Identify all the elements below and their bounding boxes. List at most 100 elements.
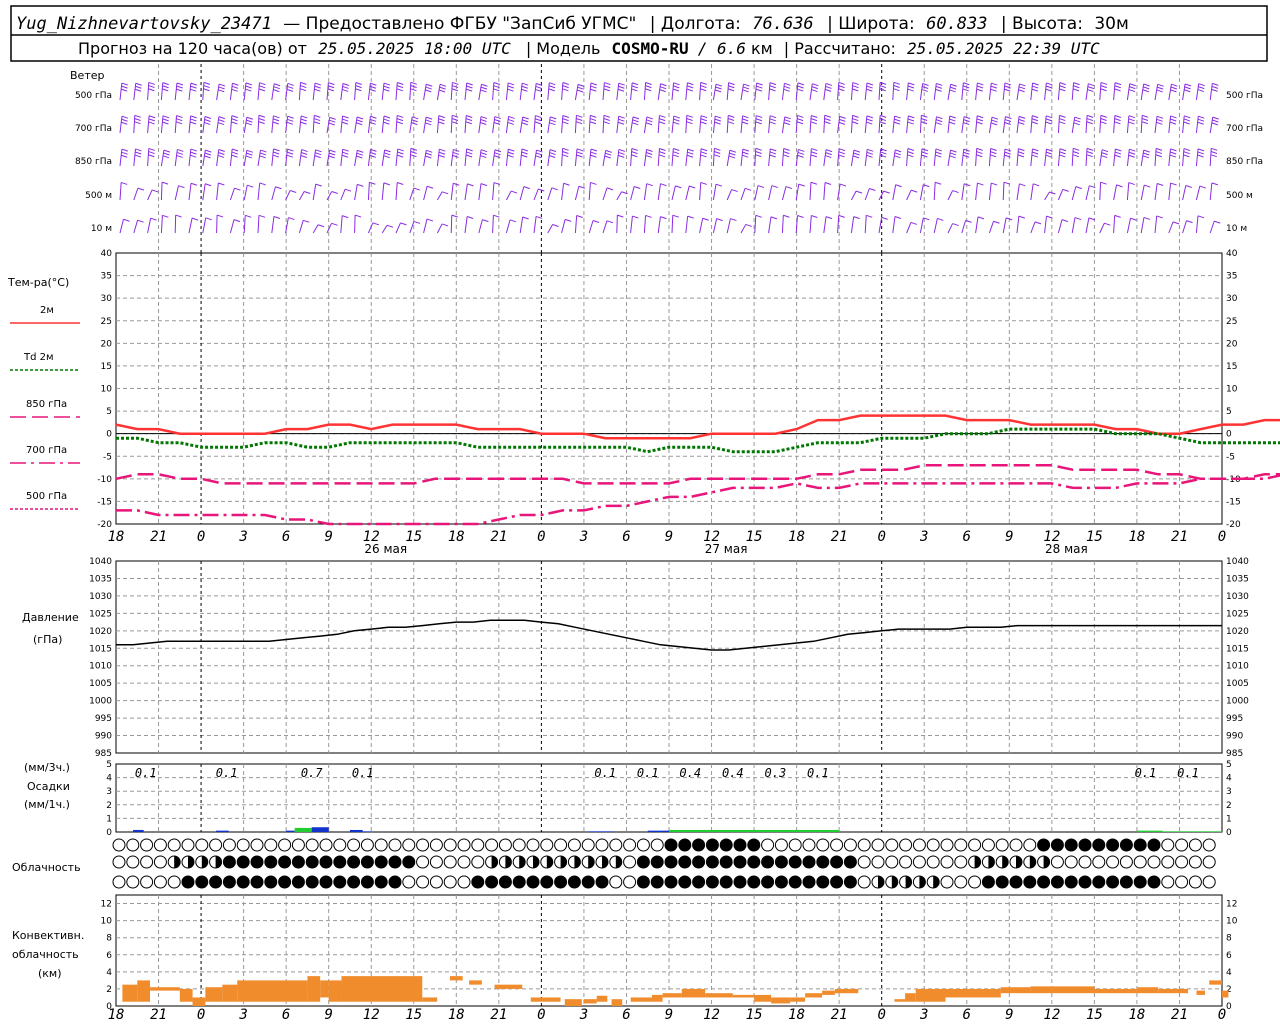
wind-barb-flag [1018,118,1025,122]
wind-barb-flag [451,85,459,89]
wind-barb-shaft [1099,115,1102,134]
wind-barb-flag [465,118,473,122]
wind-barb-flag [715,86,722,90]
wind-barb-shaft [892,149,896,167]
wind-barb-flag [784,119,791,123]
wind-barb-shaft [561,148,564,167]
wind-barb-flag [354,214,362,218]
wind-barb-shaft [1140,115,1143,134]
y-tick-label-left: 1010 [89,662,112,672]
wind-barb-flag [893,121,901,125]
y-tick-label-left: 0 [106,430,112,440]
cloud-cell [153,855,167,869]
x-tick-label: 21 [150,529,167,545]
wind-barb-flag [397,82,404,85]
x-tick-label: 3 [579,529,588,545]
wind-barb-flag [400,222,407,226]
wind-barb-shaft [933,148,937,167]
wind-barb-flag [273,83,281,87]
cloud-cell [1050,838,1064,852]
wind-barb-flag [1073,85,1080,89]
wind-barb-flag [507,154,514,158]
wind-barb-shaft [781,215,784,234]
wind-barb-flag [383,182,390,186]
x-tick-label: 18 [1128,529,1145,545]
wind-level-label-right: 850 гПа [1226,157,1263,167]
cloud-cell [830,838,844,852]
wind-barb-shaft [781,83,785,101]
wind-barb-flag [369,154,376,158]
cloud-cell-half [533,856,539,868]
cloud-cell [609,875,623,889]
wind-barb-flag [894,152,901,156]
wind-barb-flag [825,152,832,156]
wind-barb-flag [687,151,694,155]
wind-barb-flag [576,151,583,155]
y-tick-label-right: 4 [1226,968,1232,978]
wind-barb-flag [659,89,666,93]
wind-barb-shaft [975,148,978,167]
cloud-cell [609,838,623,852]
conv-bar [192,997,206,1006]
cloud-cell [222,838,236,852]
wind-barb-flag [575,121,583,125]
cloud-cell [1050,875,1064,889]
wind-barb-flag [562,118,569,122]
pressure-title: Давление [22,611,79,624]
wind-barb-flag [755,154,762,158]
cloud-cell [1161,838,1175,852]
wind-barb-flag [935,154,942,158]
wind-barb-flag [631,85,639,89]
x-tick-label: 6 [282,529,290,545]
cloud-cell [347,855,361,869]
wind-barb-flag [135,148,142,152]
wind-barb-flag [482,219,489,223]
wind-barb-shaft [1168,115,1172,134]
wind-barb-flag [148,154,155,158]
wind-barb-flag [838,88,845,92]
wind-barb-flag [508,115,515,119]
wind-barb-shaft [519,186,525,201]
wind-barb-flag [452,154,459,158]
wind-barb-flag [673,148,680,152]
wind-barb-flag [1129,83,1136,87]
wind-barb-flag [825,149,833,153]
wind-barb-flag [700,115,708,119]
cloud-cell [843,838,857,852]
wind-barb-flag [605,149,612,153]
wind-barb-flag [879,154,887,158]
wind-barb-flag [728,82,735,86]
wind-barb-shaft [450,115,453,134]
wind-barb-shaft [147,189,153,201]
cloud-cell [567,838,581,852]
wind-barb-flag [451,118,459,121]
wind-barb-shaft [878,217,883,234]
wind-barb-shaft [726,189,733,201]
wind-barb-flag [1211,182,1219,186]
cloud-cell [305,838,319,852]
wind-barb-shaft [409,148,412,167]
wind-barb-flag [1114,115,1122,118]
wind-barb-flag [521,85,528,89]
wind-barb-flag [1114,82,1122,86]
cloud-cell-half [988,856,995,868]
y-tick-label-left: -15 [97,497,112,507]
y-tick-label-left: 40 [101,249,113,259]
wind-barb-flag [700,181,707,185]
cloud-cell [954,875,968,889]
wind-barb-shaft [133,83,137,101]
wind-barb-shaft [257,82,260,101]
wind-barb-flag [729,149,736,153]
conv-bar [137,980,151,1002]
x-tick-label: 15 [405,1007,422,1023]
wind-barb-flag [218,83,226,87]
wind-barb-shaft [1057,219,1063,234]
provider: — Предоставлено ФГБУ "ЗапСиб УГМС" [283,14,636,34]
conv-bar [596,995,608,1002]
wind-barb-flag [576,114,583,118]
wind-barb-flag [176,151,184,155]
wind-barb-flag [1104,222,1111,226]
y-tick-label-right: 5 [1226,760,1232,770]
wind-barb-flag [411,122,418,126]
wind-barb-flag [976,85,984,89]
